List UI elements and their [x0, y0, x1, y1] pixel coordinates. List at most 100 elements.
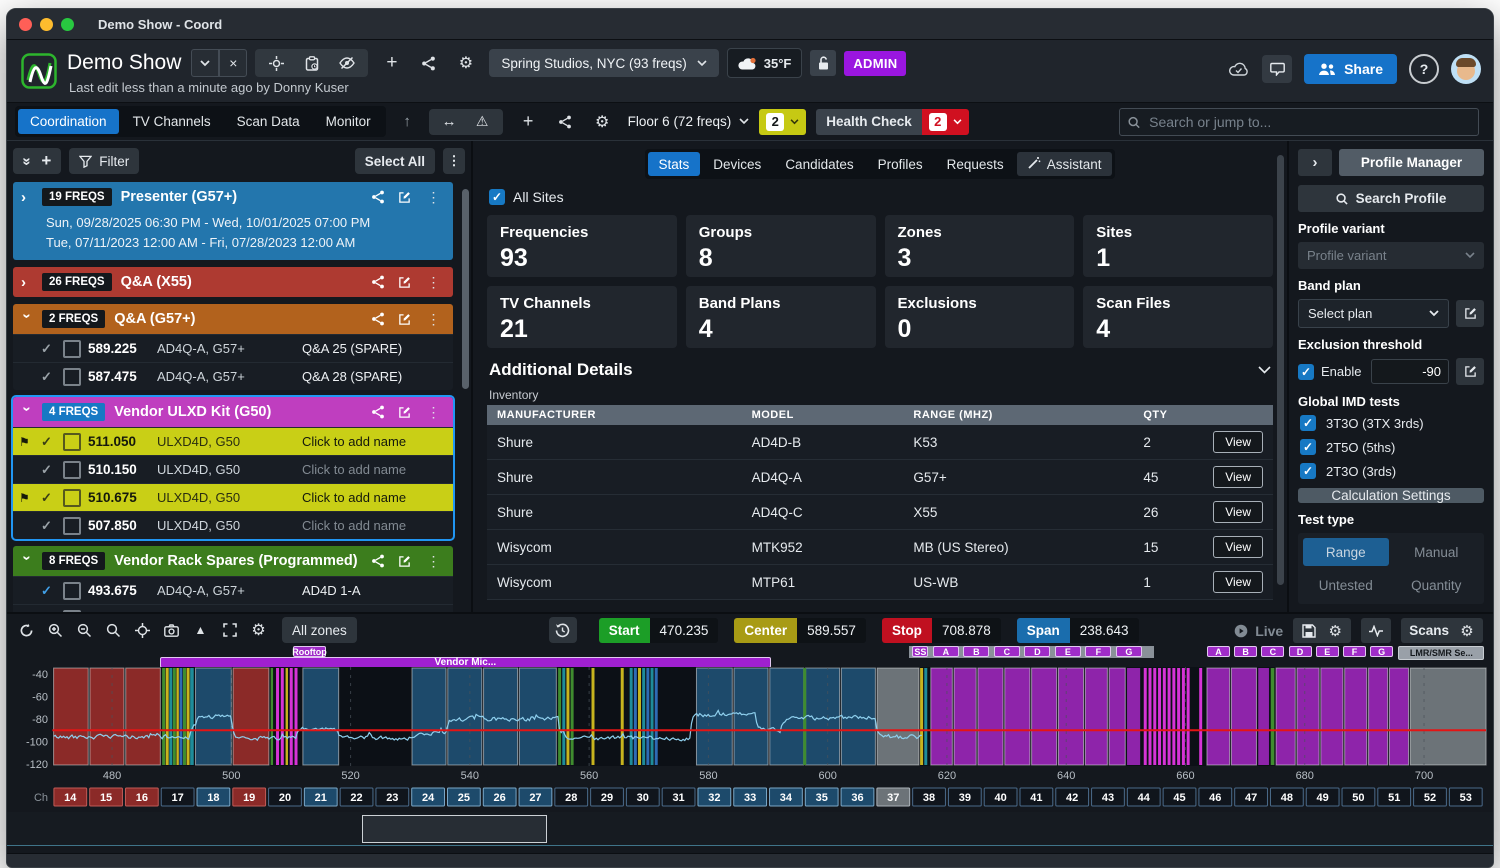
edit-group-icon[interactable]	[396, 550, 412, 573]
clipboard-history-icon[interactable]	[300, 52, 323, 75]
zone-settings-gear-icon[interactable]: ⚙	[591, 110, 614, 133]
close-show-button[interactable]: ×	[219, 49, 247, 77]
tab-stats[interactable]: Stats	[648, 152, 701, 176]
frequency-row[interactable]: ✓587.475AD4Q-A, G57+Q&A 28 (SPARE)	[13, 362, 453, 390]
main-scrollbar[interactable]	[1277, 155, 1284, 585]
frequency-name[interactable]: AD4D 1-A	[302, 583, 445, 598]
band-plan-select[interactable]: Select plan	[1298, 299, 1449, 328]
view-button[interactable]: View	[1213, 501, 1263, 523]
collapse-all-icon[interactable]: »	[19, 157, 36, 165]
sidebar-scrollbar[interactable]	[462, 189, 469, 389]
row-checkbox[interactable]	[63, 517, 81, 535]
share-nodes-icon[interactable]	[417, 52, 440, 75]
row-checkbox[interactable]	[63, 368, 81, 386]
search-input[interactable]	[1147, 113, 1470, 131]
search-profile-button[interactable]: Search Profile	[1298, 185, 1484, 212]
frequency-group-header[interactable]: ›4 FREQSVendor ULXD Kit (G50)⋮	[13, 397, 453, 427]
frequency-name[interactable]: Q&A 28 (SPARE)	[302, 369, 445, 384]
view-button[interactable]: View	[1213, 536, 1263, 558]
tab-monitor[interactable]: Monitor	[314, 109, 383, 134]
frequency-name[interactable]: Click to add name	[302, 518, 445, 533]
edit-group-icon[interactable]	[396, 271, 412, 294]
settings-gear-icon[interactable]: ⚙	[454, 52, 477, 75]
group-menu-icon[interactable]: ⋮	[422, 308, 445, 331]
share-group-icon[interactable]	[370, 401, 386, 424]
frequency-group-header[interactable]: ›19 FREQSPresenter (G57+)⋮	[13, 182, 453, 212]
add-zone-icon[interactable]: +	[517, 110, 540, 133]
frequency-name[interactable]: Q&A 25 (SPARE)	[302, 341, 445, 356]
chevron-down-icon[interactable]: ›	[19, 313, 36, 325]
tab-requests[interactable]: Requests	[936, 152, 1015, 176]
group-menu-icon[interactable]: ⋮	[422, 271, 445, 294]
share-group-icon[interactable]	[370, 550, 386, 573]
show-dropdown-button[interactable]	[191, 49, 219, 77]
cloud-sync-icon[interactable]	[1227, 58, 1250, 81]
row-checkbox[interactable]	[63, 461, 81, 479]
row-checkbox[interactable]	[63, 582, 81, 600]
warning-icon[interactable]: ⚠	[471, 110, 494, 133]
close-window-button[interactable]	[19, 18, 32, 31]
frequency-name[interactable]: Click to add name	[302, 490, 445, 505]
imd-checkbox[interactable]: ✓	[1300, 463, 1316, 479]
group-menu-icon[interactable]: ⋮	[422, 401, 445, 424]
weather-widget[interactable]: 35°F	[727, 48, 803, 78]
user-avatar[interactable]	[1451, 54, 1481, 84]
band-plan-edit-icon[interactable]	[1456, 300, 1484, 327]
row-checkbox[interactable]	[63, 340, 81, 358]
collapse-panel-icon[interactable]: ›	[1298, 149, 1332, 176]
select-all-button[interactable]: Select All	[355, 148, 435, 174]
profile-manager-button[interactable]: Profile Manager	[1339, 149, 1484, 176]
minimize-window-button[interactable]	[40, 18, 53, 31]
imd-checkbox[interactable]: ✓	[1300, 415, 1316, 431]
edit-group-icon[interactable]	[396, 186, 412, 209]
frequency-group-header[interactable]: ›8 FREQSVendor Rack Spares (Programmed)⋮	[13, 546, 453, 576]
share-group-icon[interactable]	[370, 271, 386, 294]
frequency-row[interactable]: ✓507.850ULXD4D, G50Click to add name	[13, 511, 453, 539]
spectrum-chart[interactable]: 480500520540560580600620640660680700-40-…	[7, 614, 1493, 812]
span-arrows-icon[interactable]: ↔	[438, 110, 461, 133]
test-type-quantity[interactable]: Quantity	[1394, 571, 1480, 599]
threshold-edit-icon[interactable]	[1456, 358, 1484, 385]
locate-icon[interactable]	[265, 52, 288, 75]
share-group-icon[interactable]	[370, 308, 386, 331]
share-zone-icon[interactable]	[554, 110, 577, 133]
row-checkbox[interactable]	[63, 433, 81, 451]
tab-devices[interactable]: Devices	[702, 152, 772, 176]
add-icon[interactable]: +	[380, 52, 403, 75]
chevron-down-icon[interactable]: ›	[19, 555, 36, 567]
hide-eye-icon[interactable]	[335, 52, 358, 75]
sidebar-menu-icon[interactable]: ⋮	[443, 148, 465, 174]
edit-group-icon[interactable]	[396, 308, 412, 331]
frequency-row[interactable]: ✓589.225AD4Q-A, G57+Q&A 25 (SPARE)	[13, 334, 453, 362]
frequency-row[interactable]: ✓493.675AD4Q-A, G57+AD4D 1-A	[13, 576, 453, 604]
view-button[interactable]: View	[1213, 571, 1263, 593]
filter-button[interactable]: Filter	[69, 148, 139, 174]
row-checkbox[interactable]	[63, 489, 81, 507]
frequency-group-header[interactable]: ›26 FREQSQ&A (X55)⋮	[13, 267, 453, 297]
frequency-name[interactable]: Click to add name	[302, 462, 445, 477]
tab-tv-channels[interactable]: TV Channels	[121, 109, 223, 134]
site-selector[interactable]: Spring Studios, NYC (93 freqs)	[489, 49, 718, 77]
tab-assistant[interactable]: Assistant	[1017, 152, 1113, 176]
view-button[interactable]: View	[1213, 431, 1263, 453]
zone-warning-count[interactable]: 2	[759, 109, 806, 135]
group-menu-icon[interactable]: ⋮	[422, 550, 445, 573]
health-check-button[interactable]: Health Check	[816, 109, 922, 135]
health-check-count[interactable]: 2	[922, 109, 969, 135]
all-sites-checkbox[interactable]: ✓	[489, 189, 505, 205]
chevron-right-icon[interactable]: ›	[21, 274, 33, 291]
feedback-chat-icon[interactable]	[1262, 55, 1292, 83]
tab-candidates[interactable]: Candidates	[774, 152, 864, 176]
frequency-group-header[interactable]: ›2 FREQSQ&A (G57+)⋮	[13, 304, 453, 334]
frequency-row[interactable]: ✓510.150ULXD4D, G50Click to add name	[13, 455, 453, 483]
zone-selector[interactable]: Floor 6 (72 freqs)	[628, 114, 750, 129]
frequency-row[interactable]: ⚑✓511.050ULXD4D, G50Click to add name	[13, 427, 453, 455]
exclusion-enable-checkbox[interactable]: ✓	[1298, 364, 1314, 380]
calculation-settings-button[interactable]: Calculation Settings	[1298, 488, 1484, 503]
minimap-window[interactable]	[362, 815, 547, 843]
share-button[interactable]: Share	[1304, 54, 1397, 84]
chevron-right-icon[interactable]: ›	[21, 189, 33, 206]
group-menu-icon[interactable]: ⋮	[422, 186, 445, 209]
frequency-name[interactable]: Click to add name	[302, 434, 445, 449]
tab-profiles[interactable]: Profiles	[867, 152, 934, 176]
